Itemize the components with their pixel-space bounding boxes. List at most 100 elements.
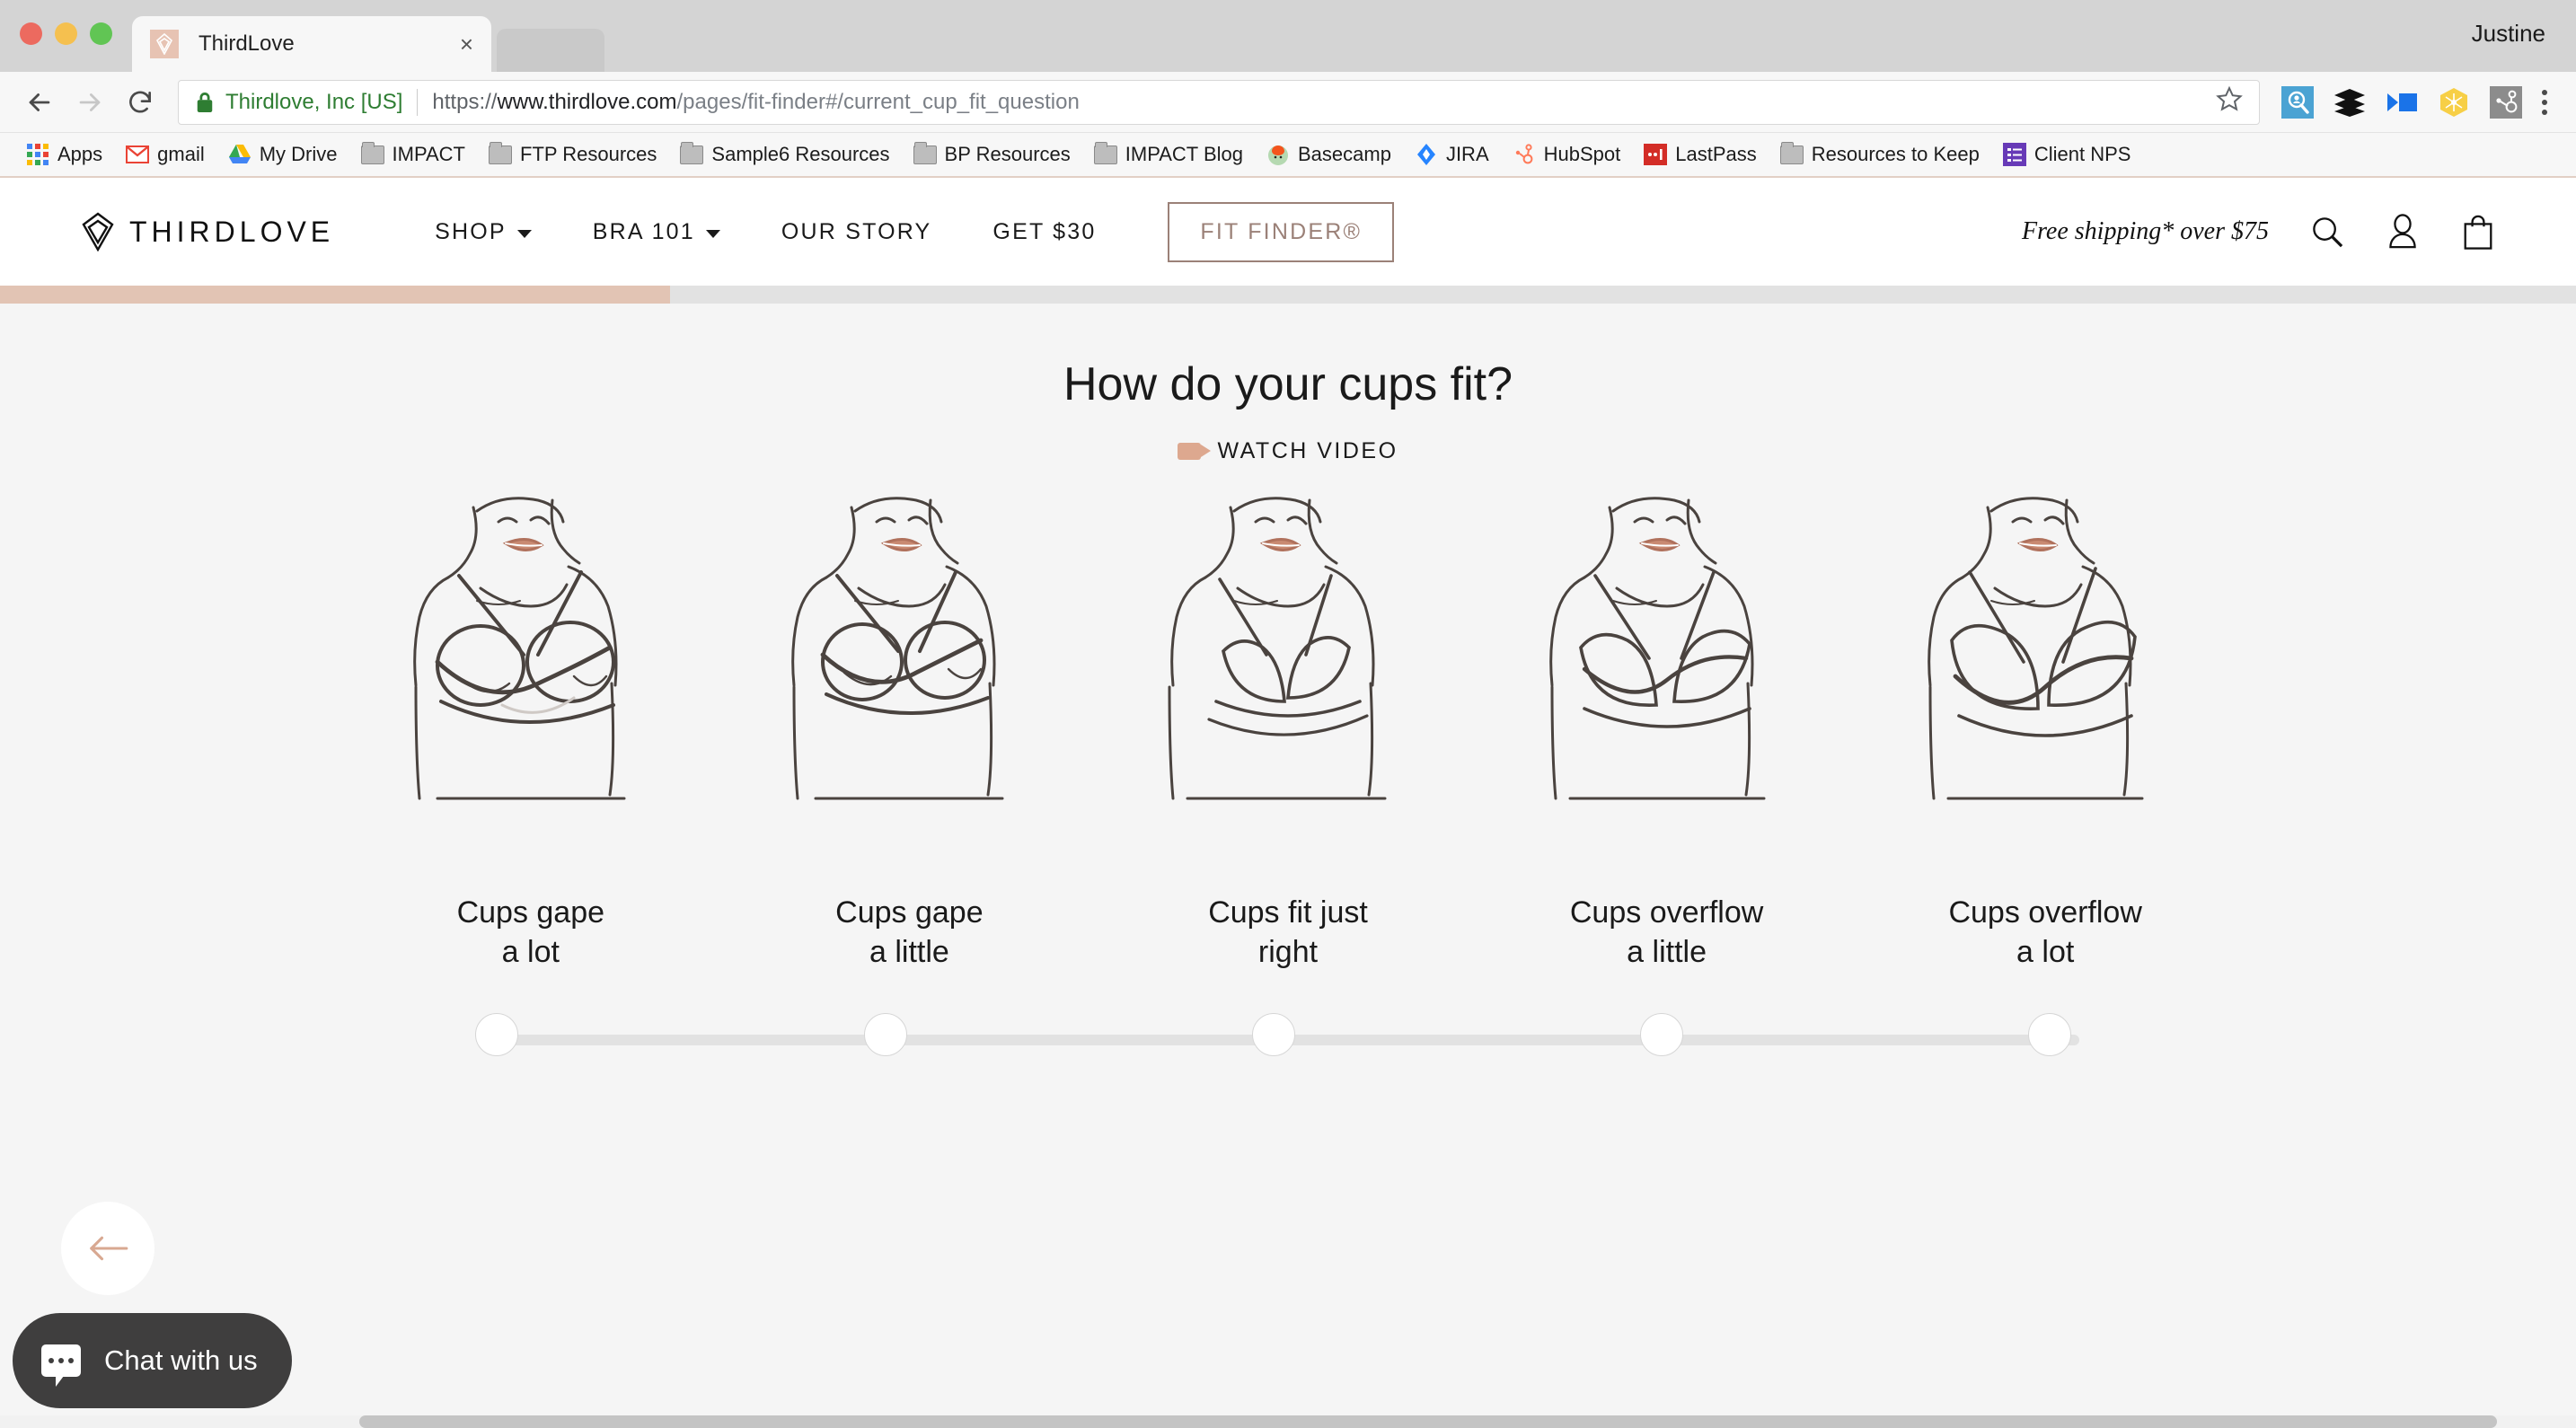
vidyard-icon[interactable] <box>2384 84 2420 120</box>
bookmark-label: My Drive <box>259 143 338 165</box>
forward-arrow-icon[interactable] <box>66 79 113 126</box>
bookmark-label: JIRA <box>1445 143 1489 165</box>
google-drive-icon <box>228 143 251 166</box>
browser-tab[interactable]: ThirdLove × <box>132 16 491 72</box>
bookmark-hubspot[interactable]: HubSpot <box>1501 137 1633 172</box>
scrollbar-thumb[interactable] <box>359 1415 2497 1428</box>
nav-item-our-story[interactable]: OUR STORY <box>751 219 963 245</box>
bra-fit-overflow-a-lot-illustration <box>1928 497 2144 800</box>
video-camera-icon <box>1178 443 1212 460</box>
nav-label: BRA 101 <box>592 218 695 244</box>
google-forms-icon <box>2002 143 2026 166</box>
hubspot-icon[interactable] <box>2488 84 2524 120</box>
reload-icon[interactable] <box>117 79 163 126</box>
folder-icon <box>360 141 384 166</box>
site-identity-label: Thirdlove, Inc [US] <box>225 89 403 114</box>
buffer-icon[interactable] <box>2332 84 2368 120</box>
bookmark-impact-blog[interactable]: IMPACT Blog <box>1082 137 1255 172</box>
nav-item-get-30[interactable]: GET $30 <box>962 219 1126 245</box>
chrome-menu-button[interactable] <box>2524 89 2560 115</box>
hubspot-icon <box>1513 143 1536 166</box>
honey-icon[interactable] <box>2436 84 2472 120</box>
quiz-progress-fill <box>0 286 670 304</box>
bookmark-label: Basecamp <box>1297 143 1391 165</box>
thirdlove-diamond-icon <box>82 212 114 251</box>
search-icon[interactable] <box>2310 215 2344 249</box>
nav-label: OUR STORY <box>781 218 932 244</box>
chat-label: Chat with us <box>104 1344 258 1376</box>
fit-option-gape-a-little[interactable]: Cups gape a little <box>720 489 1099 972</box>
basecamp-icon <box>1266 143 1290 166</box>
fit-option-overflow-a-little[interactable]: Cups overflow a little <box>1478 489 1857 972</box>
url-scheme: https:// <box>432 89 498 114</box>
bookmark-gmail[interactable]: gmail <box>114 137 216 172</box>
fit-option-overflow-a-lot[interactable]: Cups overflow a lot <box>1856 489 2235 972</box>
fit-option-just-right[interactable]: Cups fit just right <box>1098 489 1478 972</box>
option-label: Cups overflow a little <box>1569 895 1764 969</box>
bookmark-lastpass[interactable]: LastPass <box>1632 137 1769 172</box>
folder-icon <box>1093 141 1117 166</box>
chevron-down-icon <box>516 229 532 238</box>
bookmark-apps[interactable]: Apps <box>14 137 114 172</box>
fit-slider[interactable] <box>475 1013 2092 1067</box>
close-window-button[interactable] <box>20 22 42 45</box>
fit-finder-button[interactable]: FIT FINDER® <box>1168 201 1395 262</box>
option-label: Cups fit just right <box>1208 895 1368 969</box>
brand-logo[interactable]: THIRDLOVE <box>81 212 334 251</box>
minimize-window-button[interactable] <box>55 22 77 45</box>
watch-video-button[interactable]: WATCH VIDEO <box>1178 438 1398 464</box>
bag-icon[interactable] <box>2461 214 2495 250</box>
nav-label: SHOP <box>435 218 507 244</box>
bookmark-label: IMPACT <box>392 143 465 165</box>
bookmark-label: FTP Resources <box>520 143 657 165</box>
maximize-window-button[interactable] <box>90 22 112 45</box>
bookmark-my-drive[interactable]: My Drive <box>216 137 349 172</box>
back-arrow-icon[interactable] <box>16 79 63 126</box>
profile-name[interactable]: Justine <box>2472 20 2545 48</box>
browser-toolbar: Thirdlove, Inc [US] https://www.thirdlov… <box>0 72 2576 133</box>
bookmark-sample6-resources[interactable]: Sample6 Resources <box>668 137 901 172</box>
url-host: www.thirdlove.com <box>497 89 677 114</box>
page-viewport: THIRDLOVE SHOP BRA 101 OUR STORY GET $30… <box>0 178 2576 1428</box>
bookmark-jira[interactable]: JIRA <box>1403 137 1501 172</box>
close-tab-button[interactable]: × <box>460 32 473 56</box>
quiz-back-button[interactable] <box>61 1202 154 1295</box>
slider-knob-4[interactable] <box>1640 1013 1683 1057</box>
option-label: Cups gape a little <box>835 895 984 969</box>
nav-item-bra-101[interactable]: BRA 101 <box>562 219 751 245</box>
bookmark-impact[interactable]: IMPACT <box>349 137 477 172</box>
nav-item-shop[interactable]: SHOP <box>404 219 562 245</box>
chat-bubble-icon <box>41 1344 81 1387</box>
bookmark-resources-to-keep[interactable]: Resources to Keep <box>1769 137 1991 172</box>
fit-option-gape-a-lot[interactable]: Cups gape a lot <box>341 489 720 972</box>
chevron-down-icon <box>705 229 720 238</box>
bookmark-ftp-resources[interactable]: FTP Resources <box>477 137 668 172</box>
bookmark-label: HubSpot <box>1543 143 1621 165</box>
new-tab-button[interactable] <box>497 29 604 72</box>
slider-knob-1[interactable] <box>475 1013 518 1057</box>
chat-with-us-button[interactable]: Chat with us <box>13 1313 292 1408</box>
address-bar[interactable]: Thirdlove, Inc [US] https://www.thirdlov… <box>178 79 2260 125</box>
bookmarks-bar: Apps gmail My Drive IMPACT FTP Resources… <box>0 133 2576 178</box>
bookmark-label: Apps <box>57 143 103 165</box>
header-utilities: Free shipping* over $75 <box>2022 214 2495 250</box>
lead-search-icon[interactable] <box>2280 84 2316 120</box>
question-title: How do your cups fit? <box>1063 358 1513 410</box>
omnibox-divider <box>417 88 419 116</box>
window-controls <box>0 22 112 72</box>
bookmark-bp-resources[interactable]: BP Resources <box>902 137 1082 172</box>
slider-knob-3[interactable] <box>1252 1013 1295 1057</box>
bra-fit-gape-a-lot-illustration <box>412 497 626 800</box>
lastpass-icon <box>1644 143 1668 166</box>
account-icon[interactable] <box>2386 214 2420 250</box>
quiz-progress-bar <box>0 286 2576 304</box>
horizontal-scrollbar[interactable] <box>0 1415 2576 1428</box>
slider-knob-5[interactable] <box>2028 1013 2071 1057</box>
option-label: Cups gape a lot <box>456 895 605 969</box>
bookmark-label: LastPass <box>1675 143 1757 165</box>
bookmark-star-icon[interactable] <box>2201 85 2243 119</box>
bookmark-basecamp[interactable]: Basecamp <box>1255 137 1403 172</box>
slider-knob-2[interactable] <box>864 1013 907 1057</box>
bookmark-client-nps[interactable]: Client NPS <box>1991 137 2143 172</box>
tab-title: ThirdLove <box>198 31 295 56</box>
